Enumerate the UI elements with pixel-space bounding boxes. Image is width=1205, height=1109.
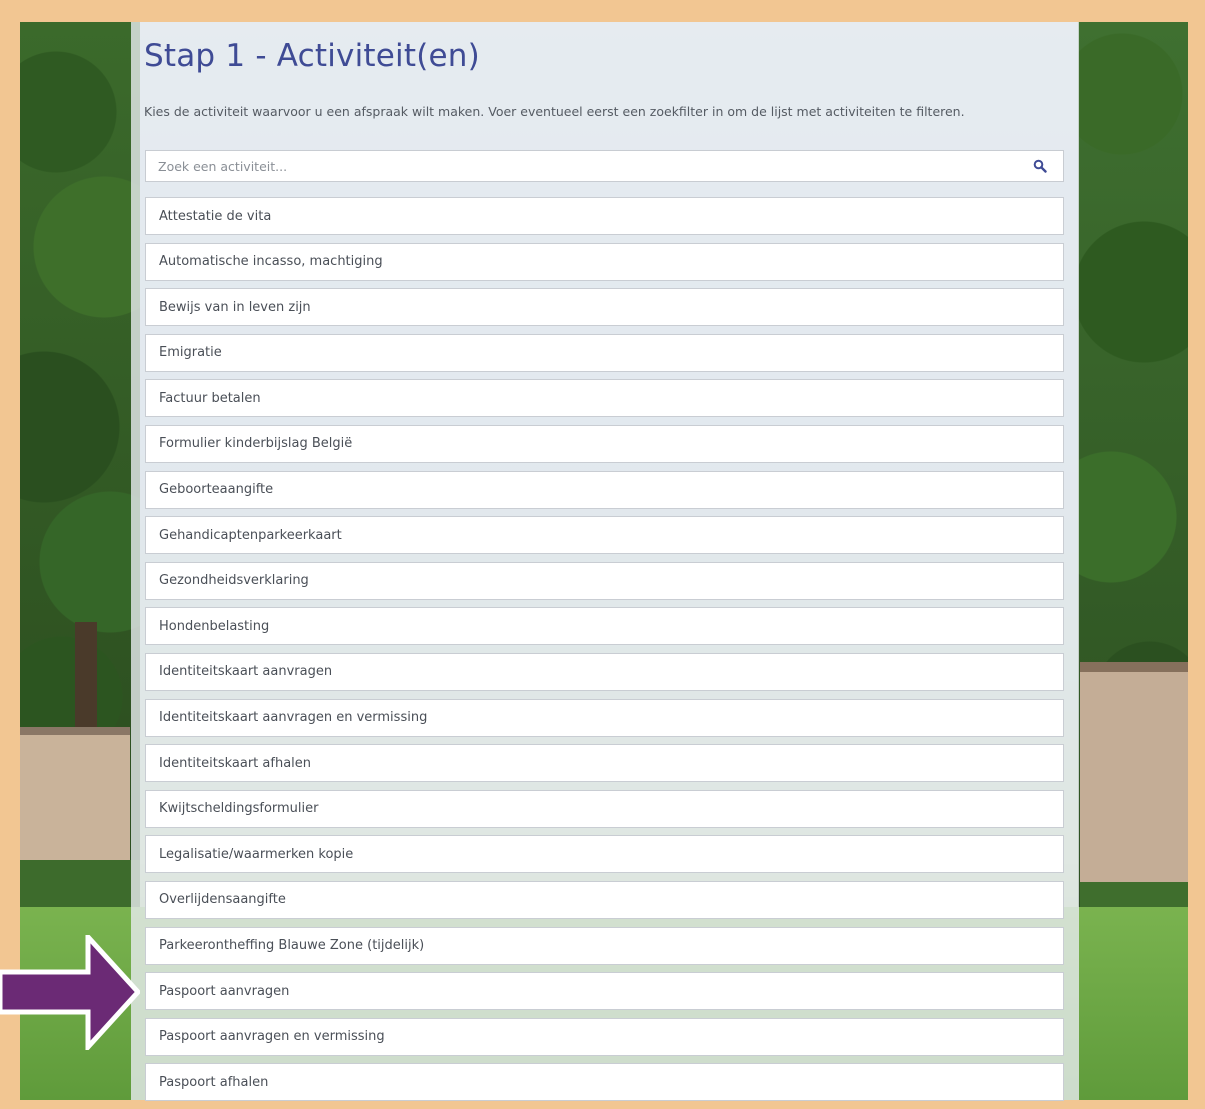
activity-label: Bewijs van in leven zijn xyxy=(159,299,311,315)
activity-label: Identiteitskaart aanvragen en vermissing xyxy=(159,710,428,726)
activity-item[interactable]: Kwijtscheldingsformulier xyxy=(145,789,1064,828)
hedge-left xyxy=(20,860,140,910)
activity-label: Overlijdensaangifte xyxy=(159,892,286,908)
activity-label: Factuur betalen xyxy=(159,390,261,406)
activity-label: Geboorteaangifte xyxy=(159,482,274,498)
activity-item[interactable]: Legalisatie/waarmerken kopie xyxy=(145,835,1064,874)
activity-item[interactable]: Identiteitskaart afhalen xyxy=(145,744,1064,783)
search-box[interactable] xyxy=(145,150,1064,182)
activity-label: Legalisatie/waarmerken kopie xyxy=(159,846,354,862)
activity-item[interactable]: Automatische incasso, machtiging xyxy=(145,242,1064,281)
activity-label: Identiteitskaart afhalen xyxy=(159,755,312,771)
activity-label: Paspoort afhalen xyxy=(159,1074,269,1090)
activity-label: Paspoort aanvragen xyxy=(159,983,290,999)
activity-item[interactable]: Paspoort aanvragen xyxy=(145,972,1064,1011)
activity-label: Gehandicaptenparkeerkaart xyxy=(159,527,342,543)
search-input[interactable] xyxy=(146,151,1028,181)
activity-item[interactable]: Identiteitskaart aanvragen xyxy=(145,652,1064,691)
activity-list: Attestatie de vita Automatische incasso, … xyxy=(145,197,1064,1109)
activity-label: Hondenbelasting xyxy=(159,618,270,634)
activity-item[interactable]: Emigratie xyxy=(145,333,1064,372)
activity-label: Attestatie de vita xyxy=(159,208,272,224)
activity-label: Paspoort aanvragen en vermissing xyxy=(159,1029,385,1045)
activity-item[interactable]: Parkeerontheffing Blauwe Zone (tijdelijk… xyxy=(145,926,1064,965)
activity-label: Emigratie xyxy=(159,345,222,361)
activity-item[interactable]: Paspoort aanvragen en vermissing xyxy=(145,1017,1064,1056)
activity-item[interactable]: Gezondheidsverklaring xyxy=(145,561,1064,600)
activity-item[interactable]: Hondenbelasting xyxy=(145,607,1064,646)
activity-item[interactable]: Formulier kinderbijslag België xyxy=(145,424,1064,463)
search-icon[interactable] xyxy=(1033,159,1047,173)
activity-item[interactable]: Factuur betalen xyxy=(145,379,1064,418)
activity-label: Identiteitskaart aanvragen xyxy=(159,664,333,680)
pointer-arrow-icon xyxy=(0,935,140,1050)
activity-label: Parkeerontheffing Blauwe Zone (tijdelijk… xyxy=(159,938,425,953)
activity-label: Automatische incasso, machtiging xyxy=(159,254,383,270)
instructions-text: Kies de activiteit waarvoor u een afspra… xyxy=(144,104,965,119)
activity-item[interactable]: Identiteitskaart aanvragen en vermissing xyxy=(145,698,1064,737)
activity-item[interactable]: Overlijdensaangifte xyxy=(145,880,1064,919)
page-title: Stap 1 - Activiteit(en) xyxy=(144,38,480,74)
activity-item[interactable]: Attestatie de vita xyxy=(145,197,1064,235)
activity-item[interactable]: Paspoort afhalen xyxy=(145,1063,1064,1102)
activity-item[interactable]: Geboorteaangifte xyxy=(145,470,1064,509)
building-right xyxy=(1080,662,1188,912)
activity-item[interactable]: Gehandicaptenparkeerkaart xyxy=(145,516,1064,555)
activity-item[interactable]: Bewijs van in leven zijn xyxy=(145,288,1064,327)
activity-label: Formulier kinderbijslag België xyxy=(159,436,353,452)
activity-label: Gezondheidsverklaring xyxy=(159,573,309,589)
activity-label: Kwijtscheldingsformulier xyxy=(159,801,319,817)
